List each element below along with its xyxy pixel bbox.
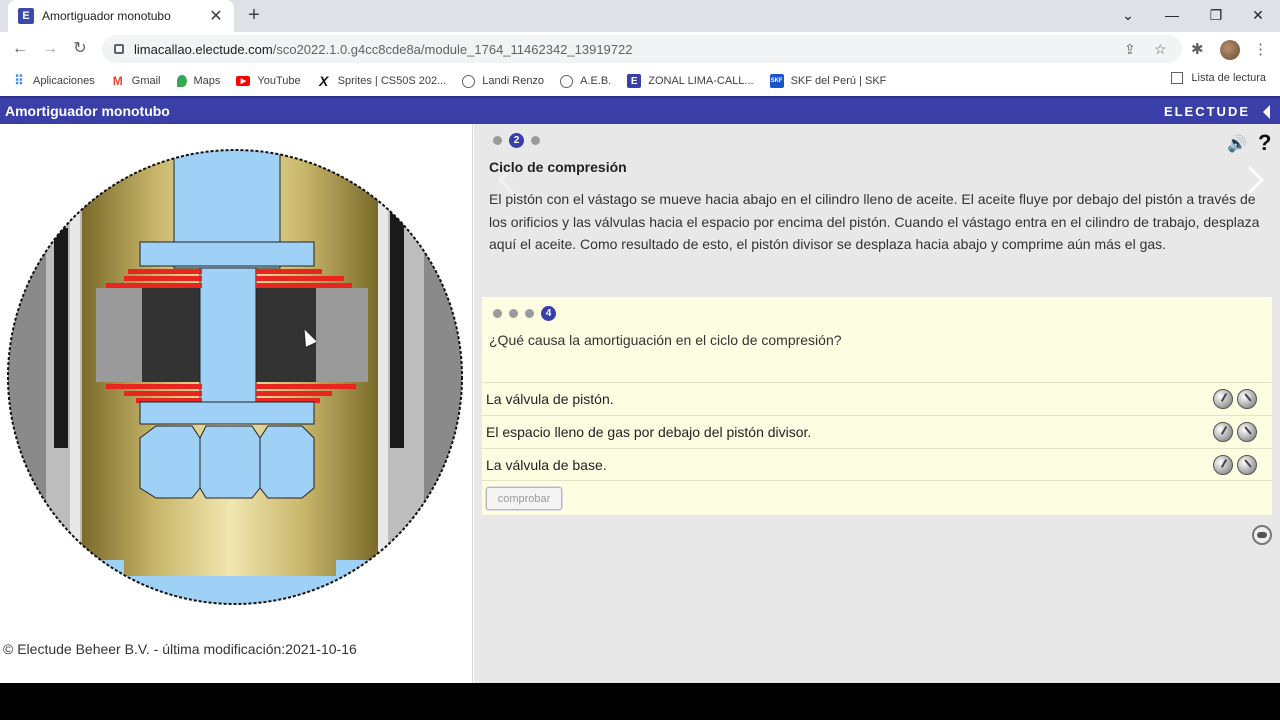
tab-title: Amortiguador monotubo xyxy=(42,9,171,23)
quiz-dot[interactable] xyxy=(509,309,518,318)
share-icon[interactable]: ⇪ xyxy=(1124,41,1136,58)
copyright-text: © Electude Beheer B.V. - última modifica… xyxy=(3,641,357,657)
tab-search-icon[interactable]: ⌄ xyxy=(1106,0,1150,32)
quiz-panel: 4 ¿Qué causa la amortiguación en el cicl… xyxy=(482,297,1272,515)
answer-false-radio[interactable] xyxy=(1237,455,1257,475)
globe-icon xyxy=(560,74,574,88)
extensions-icon[interactable]: ✱ xyxy=(1191,40,1204,58)
profile-avatar[interactable] xyxy=(1220,40,1240,60)
page-dot-active[interactable]: 2 xyxy=(509,133,524,148)
maps-pin-icon xyxy=(176,75,187,87)
window-close-icon[interactable]: ✕ xyxy=(1236,0,1280,32)
bookmark-item[interactable]: ▶ YouTube xyxy=(236,75,301,87)
page-indicator: 2 xyxy=(493,133,547,148)
bookmark-label: Sprites | CS50S 202... xyxy=(337,75,447,87)
answer-false-radio[interactable] xyxy=(1237,389,1257,409)
help-icon[interactable]: ? xyxy=(1258,130,1271,156)
answer-true-radio[interactable] xyxy=(1213,455,1233,475)
bookmark-label: SKF del Perú | SKF xyxy=(790,75,887,87)
bookmark-item[interactable]: SKF SKF del Perú | SKF xyxy=(769,74,887,88)
reading-list-button[interactable]: Lista de lectura xyxy=(1171,72,1266,84)
bookmark-label: Landi Renzo xyxy=(482,75,545,87)
quiz-question: ¿Qué causa la amortiguación en el ciclo … xyxy=(489,332,842,348)
url-text: limacallao.electude.com/sco2022.1.0.g4cc… xyxy=(134,41,633,57)
answer-false-radio[interactable] xyxy=(1237,422,1257,442)
quiz-dot-active[interactable]: 4 xyxy=(541,306,556,321)
back-icon[interactable]: ← xyxy=(8,37,32,61)
bookmark-item[interactable]: A.E.B. xyxy=(560,74,612,88)
bookmark-item[interactable]: X Sprites | CS50S 202... xyxy=(317,73,447,89)
tab-strip: E Amortiguador monotubo ✕ + ⌄ — ❐ ✕ xyxy=(0,0,1280,32)
skf-icon: SKF xyxy=(769,74,784,88)
electude-icon: E xyxy=(627,74,642,88)
bookmark-item[interactable]: E ZONAL LIMA-CALL... xyxy=(627,74,754,88)
content-pane: 2 🔊 ? Ciclo de compresión El pistón con … xyxy=(474,124,1280,683)
lock-icon xyxy=(114,44,124,54)
answer-row: La válvula de pistón. xyxy=(482,382,1272,415)
bookmark-item[interactable]: Maps xyxy=(176,75,221,87)
page-dot[interactable] xyxy=(531,136,540,145)
reading-list-icon xyxy=(1171,72,1184,84)
x-icon: X xyxy=(318,73,329,89)
bookmark-item[interactable]: Landi Renzo xyxy=(462,74,545,88)
answer-text: La válvula de base. xyxy=(486,457,607,473)
new-tab-button[interactable]: + xyxy=(242,4,266,28)
quiz-dot[interactable] xyxy=(525,309,534,318)
answer-row: El espacio lleno de gas por debajo del p… xyxy=(482,415,1272,448)
bookmark-label: Aplicaciones xyxy=(33,75,95,87)
answer-text: La válvula de pistón. xyxy=(486,391,614,407)
apps-grid-icon: ⠿ xyxy=(14,73,24,88)
close-icon[interactable]: ✕ xyxy=(208,6,224,26)
answer-text: El espacio lleno de gas por debajo del p… xyxy=(486,424,812,440)
bookmark-item[interactable]: M Gmail xyxy=(111,74,161,88)
answer-true-radio[interactable] xyxy=(1213,389,1233,409)
youtube-icon: ▶ xyxy=(236,76,251,86)
electude-logo: ELECTUDE xyxy=(1163,104,1250,119)
bookmark-star-icon[interactable]: ☆ xyxy=(1154,41,1167,58)
speaker-icon[interactable]: 🔊 xyxy=(1227,134,1247,154)
menu-icon[interactable]: ⋮ xyxy=(1253,40,1268,58)
answer-true-radio[interactable] xyxy=(1213,422,1233,442)
illustration-pane: © Electude Beheer B.V. - última modifica… xyxy=(0,124,473,683)
reload-icon[interactable]: ↻ xyxy=(68,37,92,61)
browser-tab[interactable]: E Amortiguador monotubo ✕ xyxy=(8,0,234,32)
quiz-dot[interactable] xyxy=(493,309,502,318)
quiz-indicator: 4 xyxy=(493,306,563,321)
bookmark-label: YouTube xyxy=(257,75,301,87)
shock-absorber-illustration xyxy=(7,149,463,605)
electude-favicon-icon: E xyxy=(18,8,34,24)
app-title: Amortiguador monotubo xyxy=(5,103,170,119)
app-header: Amortiguador monotubo ELECTUDE xyxy=(0,96,1280,124)
answer-row: La válvula de base. xyxy=(482,448,1272,481)
gmail-icon: M xyxy=(112,74,123,88)
maximize-icon[interactable]: ❐ xyxy=(1194,0,1238,32)
minimize-icon[interactable]: — xyxy=(1150,0,1194,32)
bookmark-label: A.E.B. xyxy=(580,75,612,87)
bookmark-label: ZONAL LIMA-CALL... xyxy=(648,75,754,87)
section-text: El pistón con el vástago se mueve hacia … xyxy=(489,191,1260,252)
collapse-arrow-icon[interactable] xyxy=(1263,105,1270,119)
address-bar[interactable]: limacallao.electude.com/sco2022.1.0.g4cc… xyxy=(102,35,1182,63)
reading-list-label: Lista de lectura xyxy=(1191,72,1266,84)
page-dot[interactable] xyxy=(493,136,502,145)
browser-toolbar: ← → ↻ limacallao.electude.com/sco2022.1.… xyxy=(0,32,1280,66)
forward-icon[interactable]: → xyxy=(38,37,62,61)
bookmark-item[interactable]: ⠿ Aplicaciones xyxy=(12,73,95,88)
feedback-chat-icon[interactable] xyxy=(1252,525,1272,545)
bookmark-label: Gmail xyxy=(131,75,161,87)
bookmark-label: Maps xyxy=(193,75,221,87)
globe-icon xyxy=(462,74,476,88)
browser-window: E Amortiguador monotubo ✕ + ⌄ — ❐ ✕ ← → … xyxy=(0,0,1280,683)
check-button[interactable]: comprobar xyxy=(486,487,562,510)
bookmarks-bar: ⠿ Aplicaciones M Gmail Maps ▶ YouTube X … xyxy=(0,66,1280,96)
section-title: Ciclo de compresión xyxy=(489,159,627,175)
